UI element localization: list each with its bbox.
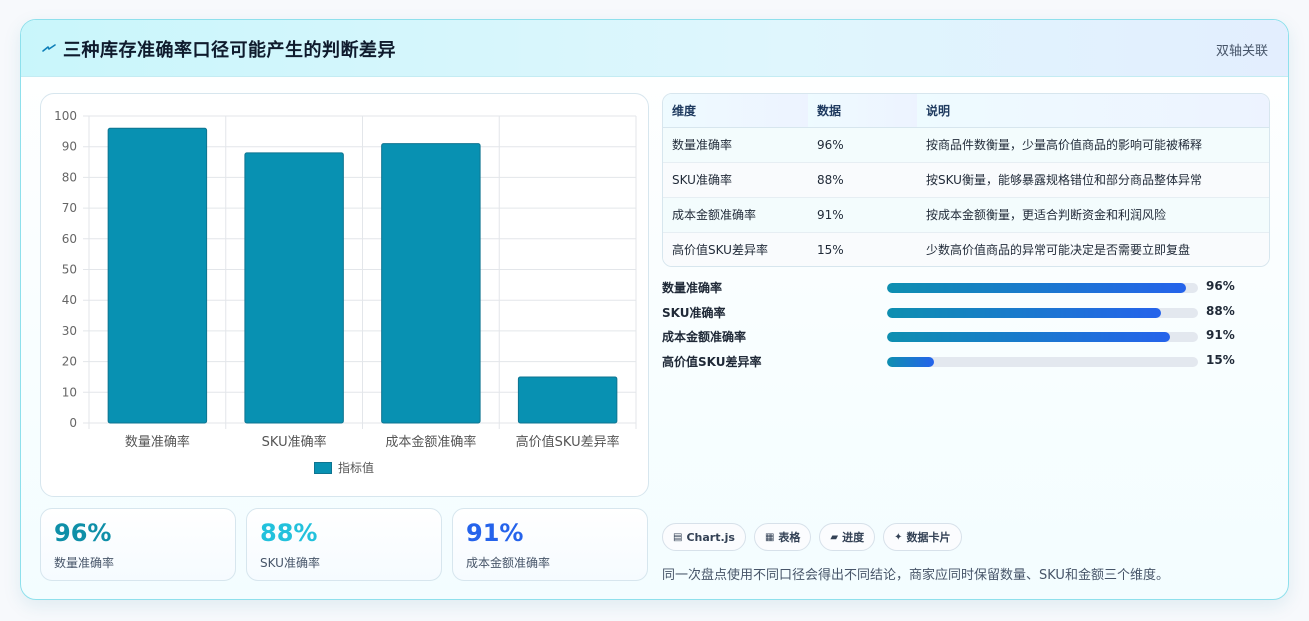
- y-tick-label: 30: [62, 324, 77, 338]
- y-tick-label: 80: [62, 170, 77, 184]
- table-cell: 高价值SKU差异率: [663, 232, 808, 266]
- table-cell: 按SKU衡量，能够暴露规格错位和部分商品整体异常: [917, 162, 1269, 198]
- footnote: 同一次盘点使用不同口径会得出不同结论，商家应同时保留数量、SKU和金额三个维度。: [662, 568, 1169, 583]
- metrics-table: 维度 数据 说明 数量准确率 96% 按商品件数衡量，少量高价值商品的影响可能被…: [662, 93, 1270, 267]
- x-tick-label: 高价值SKU差异率: [516, 434, 620, 450]
- bar-SKU准确率: [244, 152, 344, 424]
- legend-swatch: [314, 461, 332, 474]
- y-tick-label: 20: [62, 355, 77, 369]
- progress-label: 成本金额准确率: [662, 330, 747, 345]
- progress-row: SKU准确率 88%: [662, 302, 1270, 327]
- kpi-value: 96%: [54, 519, 112, 547]
- table-cell: 按商品件数衡量，少量高价值商品的影响可能被稀释: [917, 127, 1269, 163]
- table-cell: 15%: [808, 232, 917, 266]
- progress-value: 91%: [1206, 328, 1235, 343]
- progress-track: [887, 332, 1198, 343]
- kpi-label: 成本金额准确率: [466, 556, 551, 570]
- sparkle-icon: ✦: [894, 531, 903, 543]
- legend-label: 指标值: [338, 461, 375, 475]
- header-tag: 双轴关联: [1215, 44, 1268, 59]
- x-tick-label: 数量准确率: [125, 434, 190, 450]
- dashboard-card: 三种库存准确率口径可能产生的判断差异 双轴关联 0 10 20 30 40 50 60 70 8…: [20, 19, 1289, 600]
- bar-高价值SKU差异率: [517, 376, 618, 424]
- y-tick-label: 60: [62, 232, 77, 246]
- table-cell: 少数高价值商品的异常可能决定是否需要立即复盘: [917, 232, 1269, 266]
- table-icon: ▦: [764, 531, 775, 543]
- kpi-card-cost: 91% 成本金额准确率: [452, 508, 648, 581]
- y-tick-label: 90: [62, 140, 77, 154]
- table-header-row: 维度 数据 说明: [663, 94, 1269, 128]
- bar-chart: 0 10 20 30 40 50 60 70 80 90 100 数量准确率 SKU准确率 成本金额准确率…: [54, 109, 637, 450]
- progress-track: [887, 357, 1198, 368]
- y-tick-label: 50: [62, 263, 77, 277]
- table-cell: 96%: [808, 127, 917, 163]
- table-cell: 88%: [808, 162, 917, 198]
- chip-label: 进度: [842, 531, 865, 544]
- page-title: 三种库存准确率口径可能产生的判断差异: [63, 40, 396, 61]
- bar-成本金额准确率: [381, 143, 481, 424]
- progress-row: 高价值SKU差异率 15%: [662, 351, 1270, 376]
- x-tick-label: SKU准确率: [262, 434, 327, 450]
- progress-fill: [887, 283, 1186, 293]
- chip-table[interactable]: ▦ 表格: [753, 523, 812, 551]
- chart-legend[interactable]: 指标值: [314, 459, 374, 476]
- y-tick-label: 70: [62, 201, 77, 215]
- table-cell: 数量准确率: [663, 127, 808, 163]
- card-header: 三种库存准确率口径可能产生的判断差异 双轴关联: [21, 20, 1288, 77]
- bar-chart-panel: 0 10 20 30 40 50 60 70 80 90 100 数量准确率 SKU准确率 成本金额准确率…: [40, 93, 649, 497]
- y-tick-label: 100: [54, 109, 77, 123]
- progress-list: 数量准确率 96% SKU准确率 88% 成本金额准确率 91% 高价值SKU差…: [662, 277, 1270, 376]
- progress-track: [887, 307, 1198, 318]
- table-header-dimension: 维度: [663, 94, 808, 128]
- table-row: 高价值SKU差异率 15% 少数高价值商品的异常可能决定是否需要立即复盘: [663, 232, 1269, 266]
- progress-fill: [887, 332, 1170, 343]
- progress-label: SKU准确率: [662, 305, 726, 320]
- progress-value: 88%: [1206, 303, 1235, 318]
- progress-row: 成本金额准确率 91%: [662, 326, 1270, 351]
- chip-chartjs[interactable]: ▤ Chart.js: [662, 523, 746, 551]
- progress-fill: [887, 307, 1161, 318]
- progress-row: 数量准确率 96%: [662, 277, 1270, 302]
- progress-label: 高价值SKU差异率: [662, 355, 762, 370]
- progress-fill: [887, 357, 934, 368]
- table-cell: 91%: [808, 197, 917, 233]
- kpi-value: 91%: [466, 519, 524, 547]
- y-tick-label: 0: [69, 416, 77, 430]
- kpi-label: 数量准确率: [54, 556, 115, 570]
- y-tick-label: 40: [62, 293, 77, 307]
- table-row: SKU准确率 88% 按SKU衡量，能够暴露规格错位和部分商品整体异常: [663, 162, 1269, 198]
- progress-track: [887, 283, 1198, 293]
- feature-chips: ▤ Chart.js ▦ 表格 ▰ 进度 ✦ 数据卡片: [662, 523, 962, 551]
- table-header-description: 说明: [917, 94, 1269, 128]
- table-header-data: 数据: [808, 94, 917, 128]
- bar-数量准确率: [107, 127, 208, 424]
- chip-label: 数据卡片: [906, 531, 951, 544]
- chip-label: 表格: [778, 531, 801, 544]
- table-cell: 按成本金额衡量，更适合判断资金和利润风险: [917, 197, 1269, 233]
- chart-icon: ▤: [673, 531, 683, 543]
- progress-label: 数量准确率: [662, 281, 723, 295]
- kpi-value: 88%: [260, 519, 318, 547]
- y-tick-label: 10: [62, 385, 77, 399]
- x-tick-label: 成本金额准确率: [385, 434, 476, 450]
- chip-label: Chart.js: [686, 530, 735, 544]
- table-row: 成本金额准确率 91% 按成本金额衡量，更适合判断资金和利润风险: [663, 197, 1269, 233]
- table-cell: 成本金额准确率: [663, 197, 808, 233]
- progress-value: 15%: [1206, 353, 1235, 368]
- progress-value: 96%: [1206, 279, 1235, 293]
- lightning-icon: [42, 44, 56, 52]
- table-cell: SKU准确率: [663, 162, 808, 198]
- kpi-label: SKU准确率: [260, 556, 320, 570]
- chip-data-cards[interactable]: ✦ 数据卡片: [883, 523, 962, 551]
- progress-icon: ▰: [830, 531, 839, 543]
- kpi-card-sku: 88% SKU准确率: [246, 508, 442, 581]
- kpi-card-quantity: 96% 数量准确率: [40, 508, 236, 581]
- table-row: 数量准确率 96% 按商品件数衡量，少量高价值商品的影响可能被稀释: [663, 127, 1269, 163]
- chip-progress[interactable]: ▰ 进度: [819, 523, 876, 551]
